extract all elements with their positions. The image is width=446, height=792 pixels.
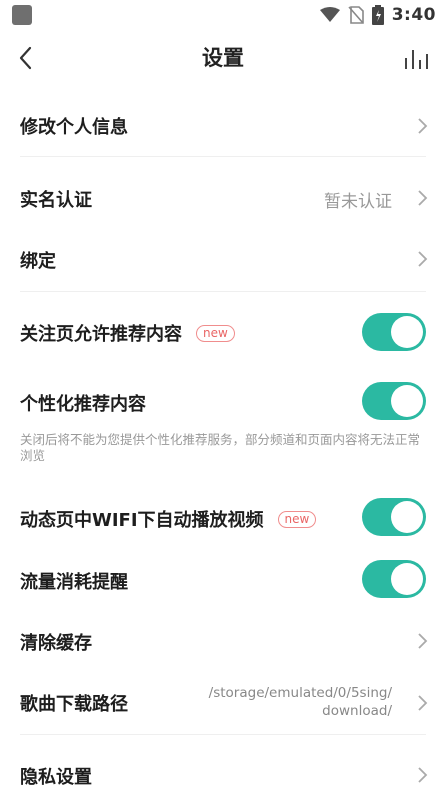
app-header: 设置 — [0, 30, 446, 86]
toggle-knob — [391, 501, 423, 533]
personalized-note: 关闭后将不能为您提供个性化推荐服务，部分频道和页面内容将无法正常浏览 — [20, 432, 421, 463]
settings-row-personalized: 个性化推荐内容 — [0, 372, 446, 430]
notification-icon — [12, 5, 32, 25]
toggle-knob — [391, 316, 423, 348]
settings-row-bind[interactable]: 绑定 — [0, 230, 446, 290]
divider — [20, 156, 426, 157]
toggle-knob — [391, 563, 423, 595]
new-badge: new — [277, 510, 317, 528]
equalizer-icon[interactable] — [404, 48, 430, 70]
chevron-right-icon — [418, 251, 428, 267]
row-label: 清除缓存 — [20, 633, 92, 654]
chevron-right-icon — [418, 695, 428, 711]
download-path-line2: download/ — [322, 703, 392, 719]
row-label-text: 关注页允许推荐内容 — [20, 324, 182, 345]
divider — [20, 291, 426, 292]
data-alert-toggle[interactable] — [362, 560, 426, 598]
new-badge: new — [196, 324, 235, 342]
wifi-icon — [319, 7, 340, 22]
battery-icon — [371, 5, 384, 25]
settings-row-profile[interactable]: 修改个人信息 — [0, 96, 446, 156]
row-label: 绑定 — [20, 251, 56, 272]
settings-row-realname[interactable]: 实名认证 暂未认证 — [0, 168, 446, 228]
divider — [20, 734, 426, 735]
row-label: 个性化推荐内容 — [20, 394, 146, 415]
follow-recommend-toggle[interactable] — [362, 313, 426, 351]
row-label: 实名认证 — [20, 190, 92, 211]
download-path-value: /storage/emulated/0/5sing/ download/ — [209, 684, 392, 720]
chevron-right-icon — [418, 190, 428, 206]
chevron-right-icon — [418, 633, 428, 649]
row-label: 关注页允许推荐内容 new — [20, 320, 235, 346]
row-label: 修改个人信息 — [20, 117, 128, 138]
download-path-line1: /storage/emulated/0/5sing/ — [208, 685, 392, 701]
toggle-knob — [391, 385, 423, 417]
row-label: 动态页中WIFI下自动播放视频 new — [20, 506, 317, 532]
settings-row-clear-cache[interactable]: 清除缓存 — [0, 612, 446, 670]
row-label: 流量消耗提醒 — [20, 572, 128, 593]
row-label: 隐私设置 — [20, 767, 92, 788]
clock: 3:40 — [391, 5, 436, 25]
chevron-right-icon — [418, 118, 428, 134]
realname-status: 暂未认证 — [324, 192, 392, 212]
autoplay-toggle[interactable] — [362, 498, 426, 536]
page-title: 设置 — [202, 46, 244, 70]
personalized-toggle[interactable] — [362, 382, 426, 420]
settings-row-follow-recommend: 关注页允许推荐内容 new — [0, 304, 446, 360]
settings-row-download-path[interactable]: 歌曲下载路径 /storage/emulated/0/5sing/ downlo… — [0, 672, 446, 734]
chevron-right-icon — [418, 767, 428, 783]
no-sim-icon — [348, 6, 364, 24]
settings-row-data-alert: 流量消耗提醒 — [0, 550, 446, 608]
status-bar: 3:40 — [0, 0, 446, 30]
status-icons: 3:40 — [319, 4, 436, 26]
row-label-text: 动态页中WIFI下自动播放视频 — [20, 510, 264, 531]
settings-row-autoplay: 动态页中WIFI下自动播放视频 new — [0, 488, 446, 544]
settings-row-privacy[interactable]: 隐私设置 — [0, 744, 446, 792]
row-label: 歌曲下载路径 — [20, 694, 128, 715]
